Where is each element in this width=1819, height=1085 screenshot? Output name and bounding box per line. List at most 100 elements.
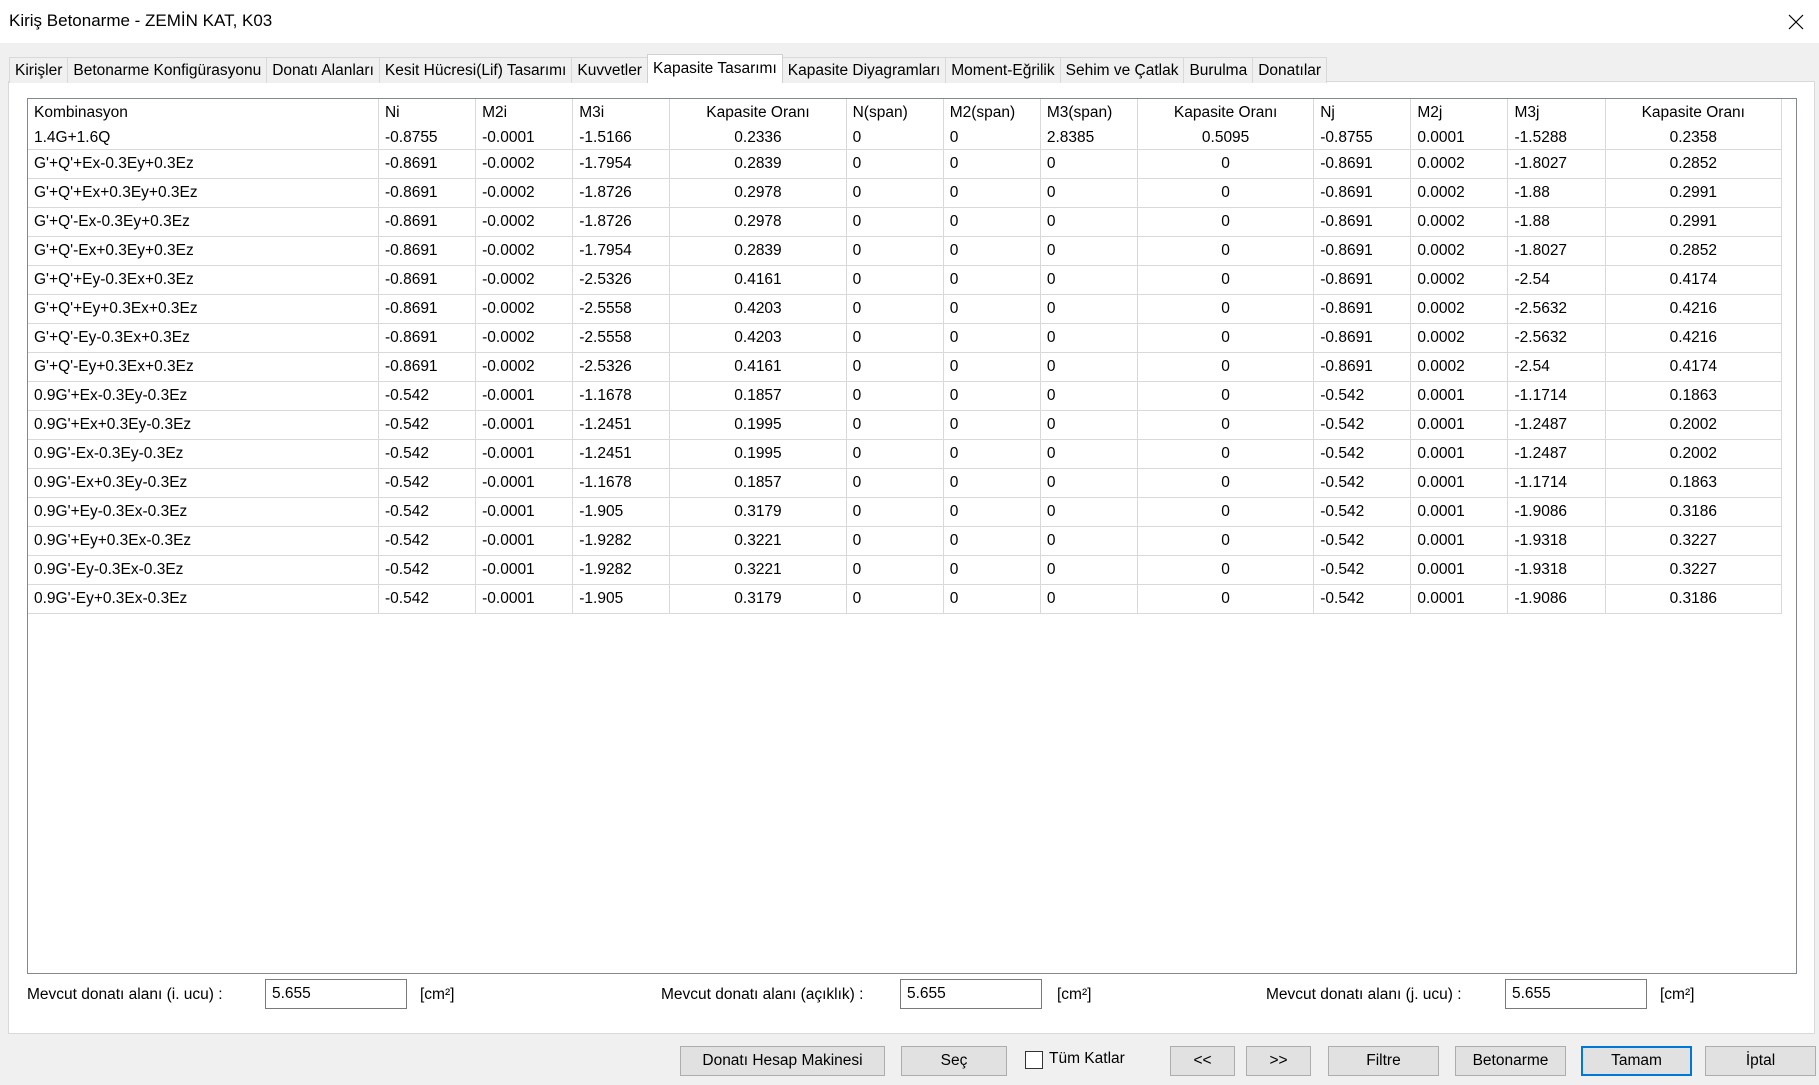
column-header[interactable]: Kapasite Oranı — [1605, 99, 1783, 126]
table-row[interactable]: 0.9G'-Ex-0.3Ey-0.3Ez -0.542 -0.0001 -1.2451… — [28, 439, 1783, 469]
table-row[interactable]: 0.9G'+Ey+0.3Ex-0.3Ez -0.542 -0.0001 -1.9282… — [28, 526, 1783, 556]
tab-7[interactable]: Moment-Eğrilik — [945, 57, 1061, 83]
table-row[interactable]: 0.9G'-Ey-0.3Ex-0.3Ez -0.542 -0.0001 -1.9282… — [28, 555, 1783, 585]
table-row[interactable]: G'+Q'-Ey-0.3Ex+0.3Ez -0.8691 -0.0002 -2.555… — [28, 323, 1783, 353]
all-floors-checkbox[interactable] — [1025, 1051, 1043, 1069]
table-row[interactable]: G'+Q'-Ey+0.3Ex+0.3Ez -0.8691 -0.0002 -2.532… — [28, 352, 1783, 382]
table-cell: 0 — [846, 236, 944, 266]
table-cell: 0 — [846, 468, 944, 498]
column-header[interactable]: M2(span) — [943, 99, 1041, 126]
table-cell: 0.3221 — [669, 555, 847, 585]
table-row[interactable]: 0.9G'+Ey-0.3Ex-0.3Ez -0.542 -0.0001 -1.905 0… — [28, 497, 1783, 527]
column-header[interactable]: M2j — [1410, 99, 1509, 126]
table-cell: 0 — [846, 352, 944, 382]
tab-6[interactable]: Kapasite Diyagramları — [781, 57, 947, 83]
tab-1[interactable]: Betonarme Konfigürasyonu — [67, 57, 268, 83]
concrete-button[interactable]: Betonarme — [1455, 1046, 1566, 1076]
span-area-label: Mevcut donatı alanı (açıklık) : — [661, 986, 864, 1003]
table-cell: 0.9G'+Ex+0.3Ey-0.3Ez — [28, 410, 379, 440]
table-cell: G'+Q'+Ey-0.3Ex+0.3Ez — [28, 265, 379, 295]
table-cell: -1.1678 — [572, 381, 671, 411]
table-cell: 0 — [1137, 497, 1315, 527]
i-end-area-label: Mevcut donatı alanı (i. ucu) : — [27, 986, 223, 1003]
table-row[interactable]: 0.9G'-Ex+0.3Ey-0.3Ez -0.542 -0.0001 -1.1678… — [28, 468, 1783, 498]
table-row[interactable]: G'+Q'+Ey-0.3Ex+0.3Ez -0.8691 -0.0002 -2.532… — [28, 265, 1783, 295]
table-cell: -0.542 — [378, 555, 477, 585]
tab-9[interactable]: Burulma — [1183, 57, 1254, 83]
column-header[interactable]: Kapasite Oranı — [669, 99, 847, 126]
table-cell: G'+Q'+Ex-0.3Ey+0.3Ez — [28, 149, 379, 179]
ok-button[interactable]: Tamam — [1581, 1046, 1692, 1076]
table-cell: G'+Q'-Ex+0.3Ey+0.3Ez — [28, 236, 379, 266]
table-cell: 0 — [846, 555, 944, 585]
table-cell: 0.4203 — [669, 294, 847, 324]
capacity-table-container[interactable]: Kombinasyon Ni M2i M3i Kapasite Oranı N(span)… — [27, 98, 1797, 974]
table-cell: 0 — [1040, 236, 1138, 266]
previous-button[interactable]: << — [1170, 1046, 1235, 1076]
table-cell: -0.542 — [378, 468, 477, 498]
table-cell: -0.542 — [1313, 439, 1412, 469]
table-cell: G'+Q'+Ex+0.3Ey+0.3Ez — [28, 178, 379, 208]
tab-0[interactable]: Kirişler — [9, 57, 69, 83]
j-end-area-input[interactable] — [1505, 979, 1647, 1009]
column-header[interactable]: M3i — [572, 99, 671, 126]
table-cell: 0 — [943, 149, 1041, 179]
table-cell: -1.5288 — [1507, 126, 1606, 150]
table-cell: 0.3179 — [669, 497, 847, 527]
table-cell: -0.8691 — [378, 323, 477, 353]
tab-4[interactable]: Kuvvetler — [571, 57, 648, 83]
table-cell: 0.4174 — [1605, 265, 1783, 295]
tab-10[interactable]: Donatılar — [1252, 57, 1328, 83]
column-header[interactable]: M3(span) — [1040, 99, 1138, 126]
table-cell: -0.0001 — [475, 126, 574, 150]
tab-3[interactable]: Kesit Hücresi(Lif) Tasarımı — [378, 57, 573, 83]
table-row[interactable]: G'+Q'-Ex-0.3Ey+0.3Ez -0.8691 -0.0002 -1.872… — [28, 207, 1783, 237]
column-header[interactable]: Ni — [378, 99, 477, 126]
table-cell: 0.0001 — [1410, 555, 1509, 585]
tab-5[interactable]: Kapasite Tasarımı — [646, 54, 783, 83]
table-cell: 0.9G'-Ey+0.3Ex-0.3Ez — [28, 584, 379, 614]
column-header[interactable]: M3j — [1507, 99, 1606, 126]
tab-8[interactable]: Sehim ve Çatlak — [1059, 57, 1185, 83]
tab-strip: Kirişler Betonarme Konfigürasyonu Donatı A… — [9, 54, 1328, 83]
table-cell: 0.0001 — [1410, 381, 1509, 411]
table-cell: -0.542 — [1313, 555, 1412, 585]
table-row[interactable]: G'+Q'+Ex-0.3Ey+0.3Ez -0.8691 -0.0002 -1.795… — [28, 149, 1783, 179]
tab-2[interactable]: Donatı Alanları — [266, 57, 380, 83]
table-cell: -1.7954 — [572, 236, 671, 266]
column-header[interactable]: Kapasite Oranı — [1137, 99, 1315, 126]
table-cell: -1.9282 — [572, 526, 671, 556]
cancel-button[interactable]: İptal — [1705, 1046, 1816, 1076]
column-header[interactable]: M2i — [475, 99, 574, 126]
table-cell: -1.905 — [572, 584, 671, 614]
next-button[interactable]: >> — [1246, 1046, 1311, 1076]
rebar-calculator-button[interactable]: Donatı Hesap Makinesi — [680, 1046, 885, 1076]
column-header[interactable]: Nj — [1313, 99, 1412, 126]
table-row[interactable]: 0.9G'+Ex-0.3Ey-0.3Ez -0.542 -0.0001 -1.1678… — [28, 381, 1783, 411]
table-cell: 0.3186 — [1605, 497, 1783, 527]
span-area-input[interactable] — [900, 979, 1042, 1009]
table-row[interactable]: 0.9G'+Ex+0.3Ey-0.3Ez -0.542 -0.0001 -1.2451… — [28, 410, 1783, 440]
table-cell: -2.5326 — [572, 352, 671, 382]
table-cell: 0.2002 — [1605, 439, 1783, 469]
filter-button[interactable]: Filtre — [1328, 1046, 1439, 1076]
close-button[interactable] — [1773, 0, 1819, 43]
table-cell: -1.1714 — [1507, 468, 1606, 498]
table-row[interactable]: 1.4G+1.6Q -0.8755 -0.0001 -1.5166 0.2336 0 0 2.… — [28, 126, 1783, 150]
table-row[interactable]: 0.9G'-Ey+0.3Ex-0.3Ez -0.542 -0.0001 -1.905 0… — [28, 584, 1783, 614]
select-button[interactable]: Seç — [901, 1046, 1007, 1076]
table-row[interactable]: G'+Q'-Ex+0.3Ey+0.3Ez -0.8691 -0.0002 -1.795… — [28, 236, 1783, 266]
table-cell: 0.4216 — [1605, 294, 1783, 324]
table-cell: 0.5095 — [1137, 126, 1315, 150]
i-end-unit: [cm²] — [420, 986, 455, 1003]
table-cell: -2.5558 — [572, 294, 671, 324]
column-header[interactable]: Kombinasyon — [28, 99, 379, 126]
column-header[interactable]: N(span) — [846, 99, 944, 126]
table-cell: 0 — [1137, 352, 1315, 382]
table-cell: -1.2487 — [1507, 439, 1606, 469]
table-cell: 0 — [846, 207, 944, 237]
table-row[interactable]: G'+Q'+Ey+0.3Ex+0.3Ez -0.8691 -0.0002 -2.555… — [28, 294, 1783, 324]
table-row[interactable]: G'+Q'+Ex+0.3Ey+0.3Ez -0.8691 -0.0002 -1.872… — [28, 178, 1783, 208]
table-cell: 0.3221 — [669, 526, 847, 556]
i-end-area-input[interactable] — [265, 979, 407, 1009]
